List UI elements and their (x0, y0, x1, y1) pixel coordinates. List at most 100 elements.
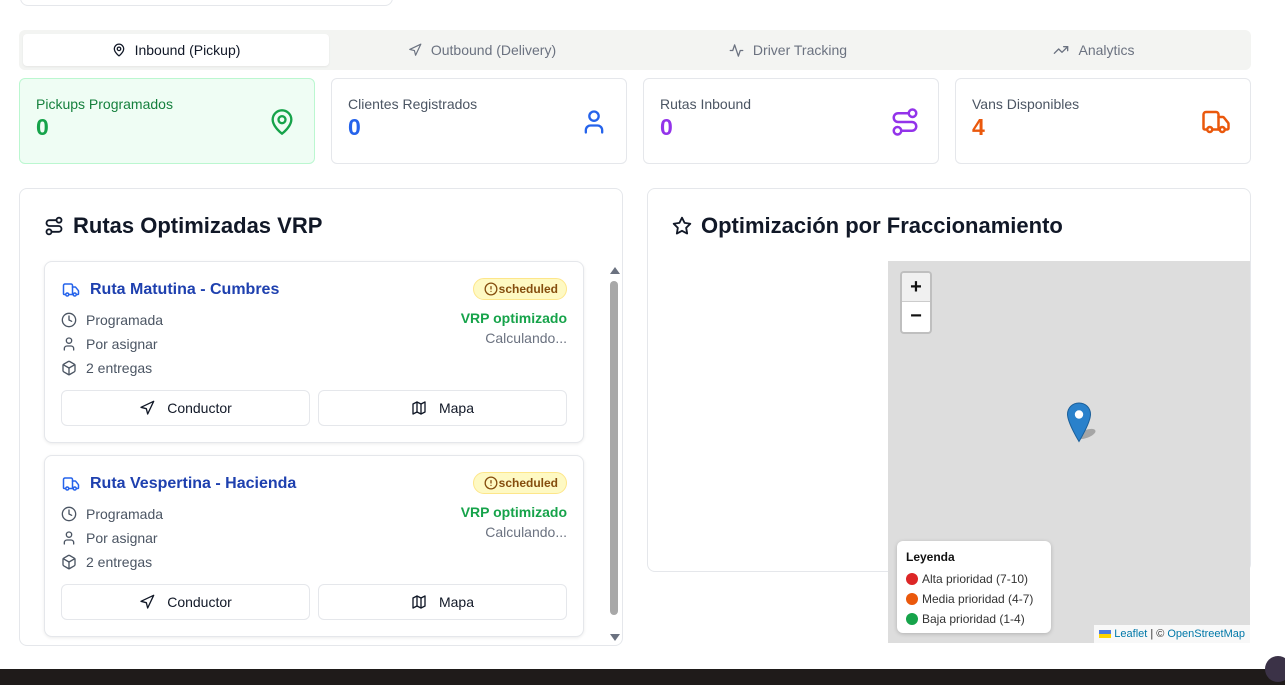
truck-icon (61, 281, 81, 299)
zoom-control: + − (900, 271, 932, 334)
stat-card-vans: Vans Disponibles 4 (955, 78, 1251, 164)
tab-analytics[interactable]: Analytics (941, 34, 1247, 66)
route-icon (890, 107, 920, 137)
tab-label: Analytics (1078, 42, 1135, 58)
driver-row: Por asignar (61, 336, 158, 352)
panel-title-text: Rutas Optimizadas VRP (73, 213, 323, 238)
ukraine-flag-icon (1099, 630, 1112, 638)
stat-label: Rutas Inbound (660, 96, 752, 112)
clock-icon (61, 312, 77, 328)
user-icon (61, 336, 77, 352)
route-icon (44, 216, 64, 236)
package-icon (61, 360, 77, 376)
route-list: Ruta Matutina - Cumbres scheduled Progra… (44, 261, 584, 645)
route-card: Ruta Matutina - Cumbres scheduled Progra… (44, 261, 584, 443)
clock-icon (61, 506, 77, 522)
stat-card-routes: Rutas Inbound 0 (643, 78, 939, 164)
stat-label: Clientes Registrados (348, 96, 478, 112)
legend-title: Leyenda (906, 550, 955, 564)
schedule-row: Programada (61, 506, 163, 522)
map-view[interactable]: + − Leyenda Alta prioridad (7-10) Media … (888, 261, 1250, 643)
navigation-icon (139, 400, 155, 416)
route-list-scrollbar[interactable] (608, 265, 622, 645)
button-label: Conductor (167, 400, 232, 416)
tab-inbound[interactable]: Inbound (Pickup) (23, 34, 329, 66)
assistant-icon[interactable] (1265, 656, 1285, 682)
map-button[interactable]: Mapa (318, 584, 567, 620)
scroll-up-arrow[interactable] (610, 267, 620, 274)
scroll-down-arrow[interactable] (610, 634, 620, 641)
button-label: Mapa (438, 400, 475, 416)
stat-label: Vans Disponibles (972, 96, 1080, 112)
scrollbar-thumb[interactable] (610, 281, 618, 615)
routes-panel: Rutas Optimizadas VRP Ruta Matutina - Cu… (19, 188, 623, 646)
stats-row: Pickups Programados 0 Clientes Registrad… (19, 78, 1251, 164)
user-icon (580, 107, 608, 137)
zoom-in-button[interactable]: + (902, 273, 930, 302)
star-icon (672, 216, 692, 236)
calc-status: Calculando... (485, 524, 567, 540)
stat-card-pickups: Pickups Programados 0 (19, 78, 315, 164)
route-name: Ruta Vespertina - Hacienda (90, 475, 297, 492)
legend-label: Alta prioridad (7-10) (922, 572, 1029, 586)
tab-label: Inbound (Pickup) (134, 42, 241, 58)
stat-label: Pickups Programados (36, 96, 173, 112)
truck-icon (1200, 107, 1232, 137)
truck-icon (61, 475, 81, 493)
user-icon (61, 530, 77, 546)
map-icon (411, 400, 427, 416)
map-pin-icon (112, 43, 126, 57)
stat-value: 0 (348, 114, 361, 140)
tab-label: Driver Tracking (752, 42, 848, 58)
button-label: Mapa (438, 594, 475, 610)
leaflet-link[interactable]: Leaflet (1114, 628, 1147, 640)
deliveries-text: 2 entregas (86, 360, 153, 376)
stat-value: 4 (972, 114, 985, 140)
panel-title: Rutas Optimizadas VRP (44, 213, 322, 239)
route-title[interactable]: Ruta Matutina - Cumbres (61, 281, 279, 299)
map-button[interactable]: Mapa (318, 390, 567, 426)
map-marker-icon[interactable] (1066, 402, 1102, 446)
calc-status: Calculando... (485, 330, 567, 346)
orange-dot-icon (906, 593, 918, 605)
panel-title-text: Optimización por Fraccionamiento (701, 213, 1063, 238)
route-name: Ruta Matutina - Cumbres (90, 281, 280, 298)
activity-icon (729, 43, 744, 58)
schedule-text: Programada (86, 506, 164, 522)
route-card: Ruta Vespertina - Hacienda scheduled Pro… (44, 455, 584, 637)
map-attribution: Leaflet | © OpenStreetMap (1094, 625, 1250, 643)
green-dot-icon (906, 613, 918, 625)
legend-item-medium: Media prioridad (4-7) (906, 589, 1042, 609)
schedule-row: Programada (61, 312, 163, 328)
vrp-status: VRP optimizado (460, 310, 567, 326)
osm-link[interactable]: OpenStreetMap (1167, 628, 1245, 640)
navigation-icon (408, 43, 422, 57)
button-label: Conductor (167, 594, 232, 610)
status-text: scheduled (498, 476, 558, 490)
map-icon (411, 594, 427, 610)
route-title[interactable]: Ruta Vespertina - Hacienda (61, 475, 296, 493)
status-badge: scheduled (472, 472, 567, 494)
assign-driver-button[interactable]: Conductor (61, 390, 310, 426)
tab-driver-tracking[interactable]: Driver Tracking (635, 34, 941, 66)
stat-value: 0 (36, 114, 49, 140)
driver-text: Por asignar (86, 336, 158, 352)
driver-text: Por asignar (86, 530, 158, 546)
main-tabs: Inbound (Pickup) Outbound (Delivery) Dri… (19, 30, 1251, 70)
vrp-status: VRP optimizado (460, 504, 567, 520)
status-badge: scheduled (472, 278, 567, 300)
package-icon (61, 554, 77, 570)
tab-label: Outbound (Delivery) (430, 42, 557, 58)
assign-driver-button[interactable]: Conductor (61, 584, 310, 620)
deliveries-row: 2 entregas (61, 360, 152, 376)
attribution-separator: | © (1150, 628, 1165, 640)
legend-label: Media prioridad (4-7) (922, 592, 1034, 606)
navigation-icon (139, 594, 155, 610)
stat-card-clients: Clientes Registrados 0 (331, 78, 627, 164)
status-text: scheduled (498, 282, 558, 296)
zoom-out-button[interactable]: − (902, 302, 930, 331)
alert-circle-icon (484, 476, 498, 490)
tab-outbound[interactable]: Outbound (Delivery) (329, 34, 635, 66)
alert-circle-icon (484, 282, 498, 296)
driver-row: Por asignar (61, 530, 158, 546)
